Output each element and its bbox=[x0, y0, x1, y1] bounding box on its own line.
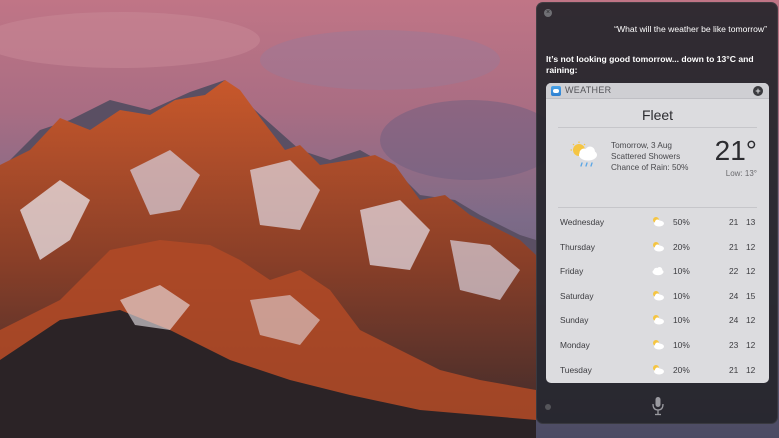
daily-forecast-list: Wednesday 50% 21 13 Thursday 20% 21 12 F… bbox=[546, 209, 769, 381]
rain-chance: 10% bbox=[673, 290, 690, 301]
microphone-icon[interactable] bbox=[651, 396, 665, 416]
siri-panel: × “What will the weather be like tomorro… bbox=[536, 2, 778, 424]
list-item: Friday 10% 22 12 bbox=[546, 258, 769, 283]
rain-chance: 50% bbox=[673, 217, 690, 227]
siri-answer-text: It’s not looking good tomorrow... down t… bbox=[546, 54, 754, 75]
low-temp: 12 bbox=[746, 266, 756, 277]
partly-cloudy-icon bbox=[653, 339, 664, 350]
list-item: Tuesday 20% 21 12 bbox=[546, 357, 769, 382]
high-temp: 24 bbox=[729, 290, 739, 301]
low-temp: 12 bbox=[746, 241, 756, 252]
partly-cloudy-icon bbox=[653, 217, 664, 227]
partly-cloudy-icon bbox=[653, 315, 664, 325]
partly-cloudy-icon bbox=[653, 241, 664, 252]
cloudy-icon bbox=[652, 267, 664, 276]
scattered-showers-icon bbox=[570, 141, 597, 167]
low-temp: 12 bbox=[746, 315, 756, 326]
high-temp: 21 bbox=[729, 364, 739, 375]
close-icon[interactable]: × bbox=[544, 9, 552, 17]
city-name: Fleet bbox=[641, 107, 674, 123]
weather-card-header: WEATHER + bbox=[546, 83, 769, 99]
day-name: Monday bbox=[560, 339, 590, 350]
weather-app-icon bbox=[551, 86, 561, 96]
list-item: Monday 10% 23 12 bbox=[546, 332, 769, 357]
rain-chance: 20% bbox=[673, 364, 690, 375]
rain-chance: 20% bbox=[673, 241, 690, 252]
low-temp: 12 bbox=[746, 339, 756, 350]
high-temp: 24 bbox=[729, 315, 739, 326]
day-name: Friday bbox=[560, 266, 584, 277]
divider bbox=[558, 207, 757, 208]
current-temperature: 21° bbox=[714, 135, 757, 166]
siri-options-dot[interactable] bbox=[545, 404, 551, 410]
partly-cloudy-icon bbox=[653, 364, 664, 375]
low-temperature: Low: 13° bbox=[725, 169, 757, 178]
day-name: Thursday bbox=[560, 241, 595, 252]
rain-chance: 10% bbox=[673, 339, 690, 350]
add-to-notification-center-button[interactable]: + bbox=[753, 86, 763, 96]
list-item: Thursday 20% 21 12 bbox=[546, 234, 769, 259]
high-temp: 23 bbox=[729, 339, 739, 350]
divider bbox=[558, 127, 757, 128]
forecast-rain-chance: Chance of Rain: 50% bbox=[611, 163, 689, 173]
rain-chance: 10% bbox=[673, 315, 690, 326]
list-item: Saturday 10% 24 15 bbox=[546, 283, 769, 308]
weather-app-name: WEATHER bbox=[565, 85, 612, 95]
rain-chance: 10% bbox=[673, 266, 690, 277]
day-name: Saturday bbox=[560, 290, 594, 301]
forecast-date: Tomorrow, 3 Aug bbox=[611, 141, 672, 150]
forecast-condition: Scattered Showers bbox=[611, 152, 681, 162]
siri-query-text: “What will the weather be like tomorrow” bbox=[614, 24, 767, 34]
day-name: Tuesday bbox=[560, 364, 592, 375]
day-name: Wednesday bbox=[560, 217, 605, 227]
high-temp: 22 bbox=[729, 266, 739, 277]
low-temp: 12 bbox=[746, 364, 756, 375]
low-temp: 15 bbox=[746, 290, 756, 301]
high-temp: 21 bbox=[729, 217, 739, 227]
forecast-summary: Tomorrow, 3 Aug Scattered Showers Chance… bbox=[611, 140, 688, 174]
list-item: Wednesday 50% 21 13 bbox=[546, 209, 769, 234]
list-item: Sunday 10% 24 12 bbox=[546, 307, 769, 332]
high-temp: 21 bbox=[729, 241, 739, 252]
weather-card[interactable]: WEATHER + Fleet Tomorrow, 3 Aug Scattere… bbox=[546, 83, 769, 383]
low-temp: 13 bbox=[746, 217, 756, 227]
partly-cloudy-icon bbox=[653, 290, 664, 301]
day-name: Sunday bbox=[560, 315, 589, 326]
